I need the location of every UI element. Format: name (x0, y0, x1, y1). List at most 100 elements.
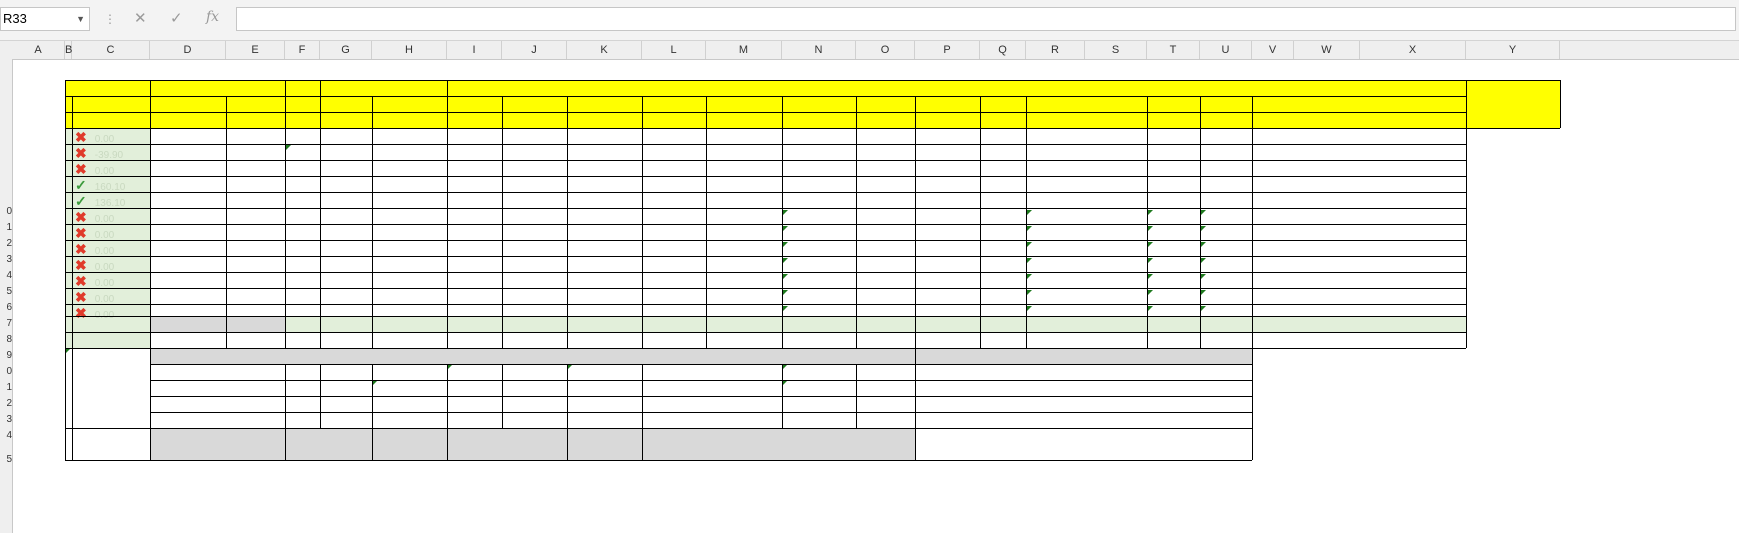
header-return[interactable] (1026, 112, 1147, 128)
column-header-b[interactable]: B (65, 41, 72, 59)
avg-fee-label[interactable] (285, 412, 372, 428)
total-trades-value[interactable] (567, 396, 642, 412)
empty-gain-amt[interactable] (856, 209, 915, 225)
header-stop-top[interactable] (502, 96, 567, 112)
avg-days-value[interactable] (856, 380, 915, 396)
row-header[interactable]: 7 (0, 316, 12, 332)
row-header[interactable]: 2 (0, 236, 12, 252)
row-header[interactable] (0, 60, 12, 76)
total-trades-label[interactable] (447, 396, 567, 412)
empty-gain[interactable] (1147, 289, 1200, 305)
empty-gain-pct[interactable] (782, 241, 856, 257)
header-sold_date[interactable] (706, 112, 782, 128)
trade-shares[interactable] (320, 177, 372, 193)
name-box[interactable]: R33 ▼ (0, 7, 90, 31)
header-paid[interactable] (372, 112, 447, 128)
header-gain_amt-top[interactable] (856, 96, 915, 112)
trade-gain[interactable] (1147, 129, 1200, 145)
trade-return[interactable] (1026, 129, 1147, 145)
stop-loss-value[interactable] (285, 380, 320, 396)
trade-entered[interactable] (150, 177, 226, 193)
trade-gain-amt[interactable] (856, 193, 915, 209)
column-header-m[interactable]: M (706, 41, 782, 59)
header-shares[interactable] (320, 112, 372, 128)
trade-rate[interactable]: ✓ 160.10 (72, 177, 150, 193)
week-label[interactable] (65, 96, 150, 112)
trade-return[interactable] (1026, 161, 1147, 177)
trade-status-text[interactable] (285, 177, 320, 193)
row-header[interactable]: 0 (0, 204, 12, 220)
empty-gain[interactable] (1147, 305, 1200, 321)
total-loss-trades-value[interactable] (567, 380, 642, 396)
notes-header[interactable] (1466, 80, 1560, 129)
losing-trades-value[interactable] (372, 380, 447, 396)
current-investment-label[interactable] (150, 428, 285, 460)
trade-sold-date[interactable] (706, 177, 782, 193)
trade-status[interactable] (65, 193, 72, 209)
weekly-summary-line[interactable] (915, 380, 1252, 396)
trade-gain-amt[interactable] (856, 145, 915, 161)
trade-paid[interactable] (372, 193, 447, 209)
header-status[interactable] (65, 112, 72, 128)
trade-gain[interactable] (1147, 193, 1200, 209)
trade-rate[interactable]: ✖0.00 (72, 273, 150, 289)
row-header[interactable]: 1 (0, 220, 12, 236)
trade-stock[interactable] (226, 129, 285, 145)
trade-loss[interactable] (1200, 129, 1252, 145)
row-header[interactable]: 5 (0, 452, 12, 468)
trade-rate[interactable]: ✖0.00 (72, 161, 150, 177)
trade-rate[interactable]: ✖0.00 (72, 305, 150, 321)
trade-rate[interactable]: ✖0.00 (72, 241, 150, 257)
trade-sold-price[interactable] (642, 161, 706, 177)
pct-winners-value[interactable] (856, 364, 915, 380)
row-header[interactable]: 4 (0, 428, 12, 444)
row-header[interactable] (0, 156, 12, 172)
trade-gain-pct[interactable] (782, 177, 856, 193)
trade-sold-date[interactable] (706, 129, 782, 145)
row-header[interactable]: 3 (0, 412, 12, 428)
row-header[interactable] (0, 124, 12, 140)
trade-invested[interactable] (447, 129, 502, 145)
header-rate[interactable] (72, 112, 150, 128)
header-paid-top[interactable] (372, 96, 447, 112)
column-header-u[interactable]: U (1200, 41, 1252, 59)
weekly-summary-line[interactable] (915, 396, 1252, 412)
empty-loss[interactable] (1200, 273, 1252, 289)
trade-entered[interactable] (150, 161, 226, 177)
column-header-h[interactable]: H (372, 41, 447, 59)
trade-gain-pct[interactable] (782, 145, 856, 161)
empty-gain-amt[interactable] (856, 273, 915, 289)
trade-loss[interactable] (1200, 193, 1252, 209)
trade-entered[interactable] (150, 129, 226, 145)
column-header-x[interactable]: X (1360, 41, 1466, 59)
insert-function-icon[interactable]: fx (206, 9, 219, 25)
trade-gain-pct[interactable] (782, 129, 856, 145)
trade-rate[interactable]: ✖0.00 (72, 289, 150, 305)
column-header-c[interactable]: C (72, 41, 150, 59)
winning-trades-value[interactable] (372, 364, 447, 380)
total-gain-trades-label[interactable] (447, 364, 567, 380)
column-header-t[interactable]: T (1147, 41, 1200, 59)
row-header[interactable]: 4 (0, 268, 12, 284)
row-header[interactable]: 2 (0, 396, 12, 412)
total-current-gain-label[interactable] (642, 396, 856, 412)
trade-stock[interactable] (226, 145, 285, 161)
empty-loss[interactable] (1200, 257, 1252, 273)
trade-fees[interactable] (915, 193, 980, 209)
fees-paid-label[interactable] (320, 396, 372, 412)
trade-rate[interactable]: ✖ -39.90 (72, 145, 150, 161)
header-stop[interactable] (502, 112, 567, 128)
total-loss-trades-label[interactable] (447, 380, 567, 396)
empty-gain-amt[interactable] (856, 241, 915, 257)
available-value[interactable] (782, 428, 915, 460)
trade-paid[interactable] (372, 177, 447, 193)
trade-paid[interactable] (372, 145, 447, 161)
empty-return[interactable] (1026, 209, 1147, 225)
trade-fees[interactable] (915, 145, 980, 161)
header-sold_price[interactable] (642, 112, 706, 128)
trade-fees[interactable] (915, 129, 980, 145)
header-date[interactable] (65, 80, 150, 96)
empty-gain[interactable] (1147, 209, 1200, 225)
ref-error[interactable] (65, 348, 72, 364)
column-header-r[interactable]: R (1026, 41, 1085, 59)
